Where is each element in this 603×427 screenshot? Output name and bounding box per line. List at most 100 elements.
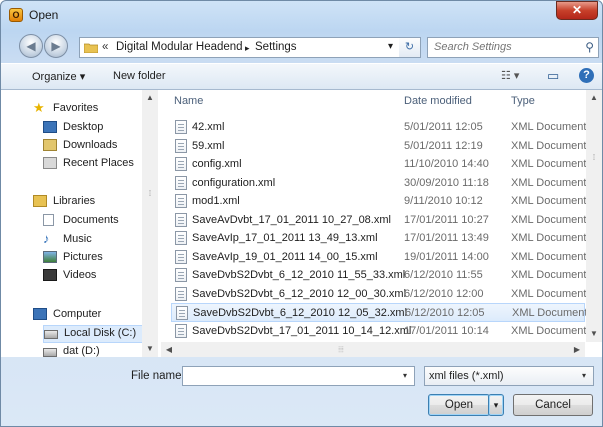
hard-disk-icon: [44, 330, 58, 339]
xml-file-icon: [175, 286, 187, 301]
scroll-up-icon[interactable]: ▲: [586, 90, 602, 106]
title-bar[interactable]: O Open ✕: [1, 1, 602, 29]
xml-file-icon: [175, 249, 187, 264]
back-button[interactable]: ◀: [19, 34, 43, 58]
help-icon[interactable]: ?: [579, 68, 594, 83]
open-button[interactable]: Open: [428, 394, 490, 416]
file-row[interactable]: configuration.xml 30/09/2010 11:18 XML Doc…: [171, 174, 587, 193]
file-row[interactable]: mod1.xml 9/11/2010 10:12 XML Document: [171, 192, 586, 211]
file-date-modified: 19/01/2011 14:00: [404, 250, 489, 263]
window-title: Open: [29, 8, 59, 22]
file-date-modified: 17/01/2011 10:27: [404, 213, 489, 226]
file-name: mod1.xml: [192, 195, 240, 207]
pictures-icon: [43, 251, 57, 263]
file-name-input[interactable]: [185, 368, 396, 384]
file-name: 59.xml: [192, 139, 225, 152]
file-row[interactable]: SaveDvbS2Dvbt_6_12_2010 12_05_32.xml 6/12…: [171, 303, 587, 322]
breadcrumb-item-settings[interactable]: Settings: [255, 41, 297, 53]
file-type: XML Document: [511, 324, 587, 337]
change-view-icon[interactable]: ☷ ▾: [501, 69, 519, 86]
scroll-left-icon[interactable]: ◀: [161, 342, 177, 357]
file-type: XML Document: [511, 121, 587, 133]
sidebar-label: Downloads: [63, 139, 118, 151]
file-row[interactable]: SaveDvbS2Dvbt_6_12_2010 11_55_33.xml 6/12…: [171, 266, 586, 285]
file-date-modified: 6/12/2010 12:05: [405, 307, 485, 319]
sidebar-label: Desktop: [63, 121, 104, 133]
sidebar-label: dat (D:): [63, 345, 100, 357]
search-icon[interactable]: ⚲: [585, 40, 594, 54]
xml-file-icon: [175, 323, 187, 338]
file-date-modified: 11/10/2010 14:40: [404, 158, 489, 170]
file-row[interactable]: SaveDvbS2Dvbt_17_01_2011 10_14_12.xml 17/…: [171, 322, 587, 341]
xml-file-icon: [175, 231, 187, 245]
file-row[interactable]: config.xml 11/10/2010 14:40 XML Document: [171, 155, 586, 174]
scroll-down-icon[interactable]: ▼: [142, 341, 158, 357]
navigation-pane-scrollbar[interactable]: ▲ ⁞ ▼: [142, 90, 158, 357]
content-area: ★ Favorites Desktop Downloads Recent Pla…: [1, 90, 602, 357]
new-folder-button[interactable]: New folder: [113, 70, 166, 82]
file-row[interactable]: SaveAvIp_17_01_2011 13_49_13.xml 17/01/20…: [171, 229, 586, 248]
file-list: Name Date modified Type 42.xml 5/01/2011 …: [161, 90, 587, 342]
horizontal-scrollbar[interactable]: ◀ ⦙⦙⦙ ▶: [161, 342, 585, 357]
file-date-modified: 17/01/2011 13:49: [404, 232, 489, 244]
column-header-name[interactable]: Name: [174, 95, 203, 107]
file-name: 42.xml: [192, 121, 225, 133]
file-type-filter[interactable]: xml files (*.xml) ▾: [424, 366, 594, 386]
hard-disk-icon: [43, 348, 57, 357]
recent-places-icon: [43, 157, 57, 169]
file-row[interactable]: SaveAvIp_19_01_2011 14_00_15.xml 19/01/20…: [171, 248, 587, 267]
file-type: XML Document: [511, 250, 587, 263]
navigation-pane: ★ Favorites Desktop Downloads Recent Pla…: [1, 90, 158, 357]
sidebar-label: Documents: [63, 214, 119, 226]
open-options-button[interactable]: ▾: [488, 394, 504, 416]
documents-icon: [43, 214, 54, 226]
xml-file-icon: [175, 175, 187, 190]
open-button-label: Open: [444, 399, 474, 411]
column-header-type[interactable]: Type: [511, 95, 535, 107]
file-type: XML Document: [511, 287, 587, 300]
chevron-down-icon[interactable]: ▾: [398, 369, 412, 383]
preview-pane-icon[interactable]: ▭: [547, 68, 559, 85]
scrollbar-grip[interactable]: ⁞: [586, 150, 602, 166]
xml-file-icon: [176, 306, 188, 320]
sidebar-label: Recent Places: [63, 157, 134, 169]
desktop-icon: [43, 121, 57, 133]
file-date-modified: 5/01/2011 12:05: [404, 121, 483, 133]
xml-file-icon: [175, 194, 187, 208]
close-button[interactable]: ✕: [556, 1, 598, 20]
back-icon: ◀: [26, 39, 36, 53]
breadcrumb-separator[interactable]: ▸: [245, 43, 250, 54]
search-input[interactable]: [430, 39, 578, 55]
file-row[interactable]: 42.xml 5/01/2011 12:05 XML Document: [171, 118, 587, 137]
scroll-down-icon[interactable]: ▼: [586, 326, 602, 342]
file-type: XML Document: [511, 176, 587, 189]
file-list-scrollbar[interactable]: ▲ ⁞ ▼: [586, 90, 602, 342]
horizontal-scrollbar-grip[interactable]: ⦙⦙⦙: [321, 342, 361, 357]
file-type: XML Document: [511, 139, 587, 152]
address-dropdown-icon[interactable]: ▾: [388, 41, 393, 52]
file-date-modified: 5/01/2011 12:19: [404, 139, 483, 152]
file-type: XML Document: [511, 213, 587, 226]
forward-button[interactable]: ▶: [44, 34, 68, 58]
organize-button[interactable]: Organize ▾: [32, 70, 85, 83]
navigation-bar: ◀ ▶ « Digital Modular Headend ▸ Settings…: [1, 33, 602, 61]
address-bar[interactable]: « Digital Modular Headend ▸ Settings ▾: [79, 37, 419, 58]
breadcrumb-item-digital-modular-headend[interactable]: Digital Modular Headend: [116, 41, 243, 53]
close-icon: ✕: [571, 3, 583, 17]
sidebar-item-local-disk-c[interactable]: Local Disk (C:): [43, 325, 151, 343]
cancel-button-label: Cancel: [535, 399, 571, 411]
scroll-up-icon[interactable]: ▲: [142, 90, 158, 106]
file-row[interactable]: 59.xml 5/01/2011 12:19 XML Document: [171, 137, 587, 156]
scroll-right-icon[interactable]: ▶: [569, 342, 585, 357]
folder-icon: [84, 43, 98, 53]
file-row[interactable]: SaveAvDvbt_17_01_2011 10_27_08.xml 17/01/…: [171, 211, 587, 230]
file-date-modified: 6/12/2010 11:55: [404, 269, 483, 281]
cancel-button[interactable]: Cancel: [513, 394, 593, 416]
file-row[interactable]: SaveDvbS2Dvbt_6_12_2010 12_00_30.xml 6/12…: [171, 285, 587, 304]
breadcrumb-overflow[interactable]: «: [102, 41, 108, 53]
file-name: SaveAvIp_19_01_2011 14_00_15.xml: [192, 250, 378, 263]
column-header-date-modified[interactable]: Date modified: [404, 95, 472, 107]
scrollbar-grip[interactable]: ⁞: [142, 186, 158, 200]
videos-icon: [43, 269, 57, 281]
refresh-button[interactable]: ↻: [399, 37, 421, 58]
